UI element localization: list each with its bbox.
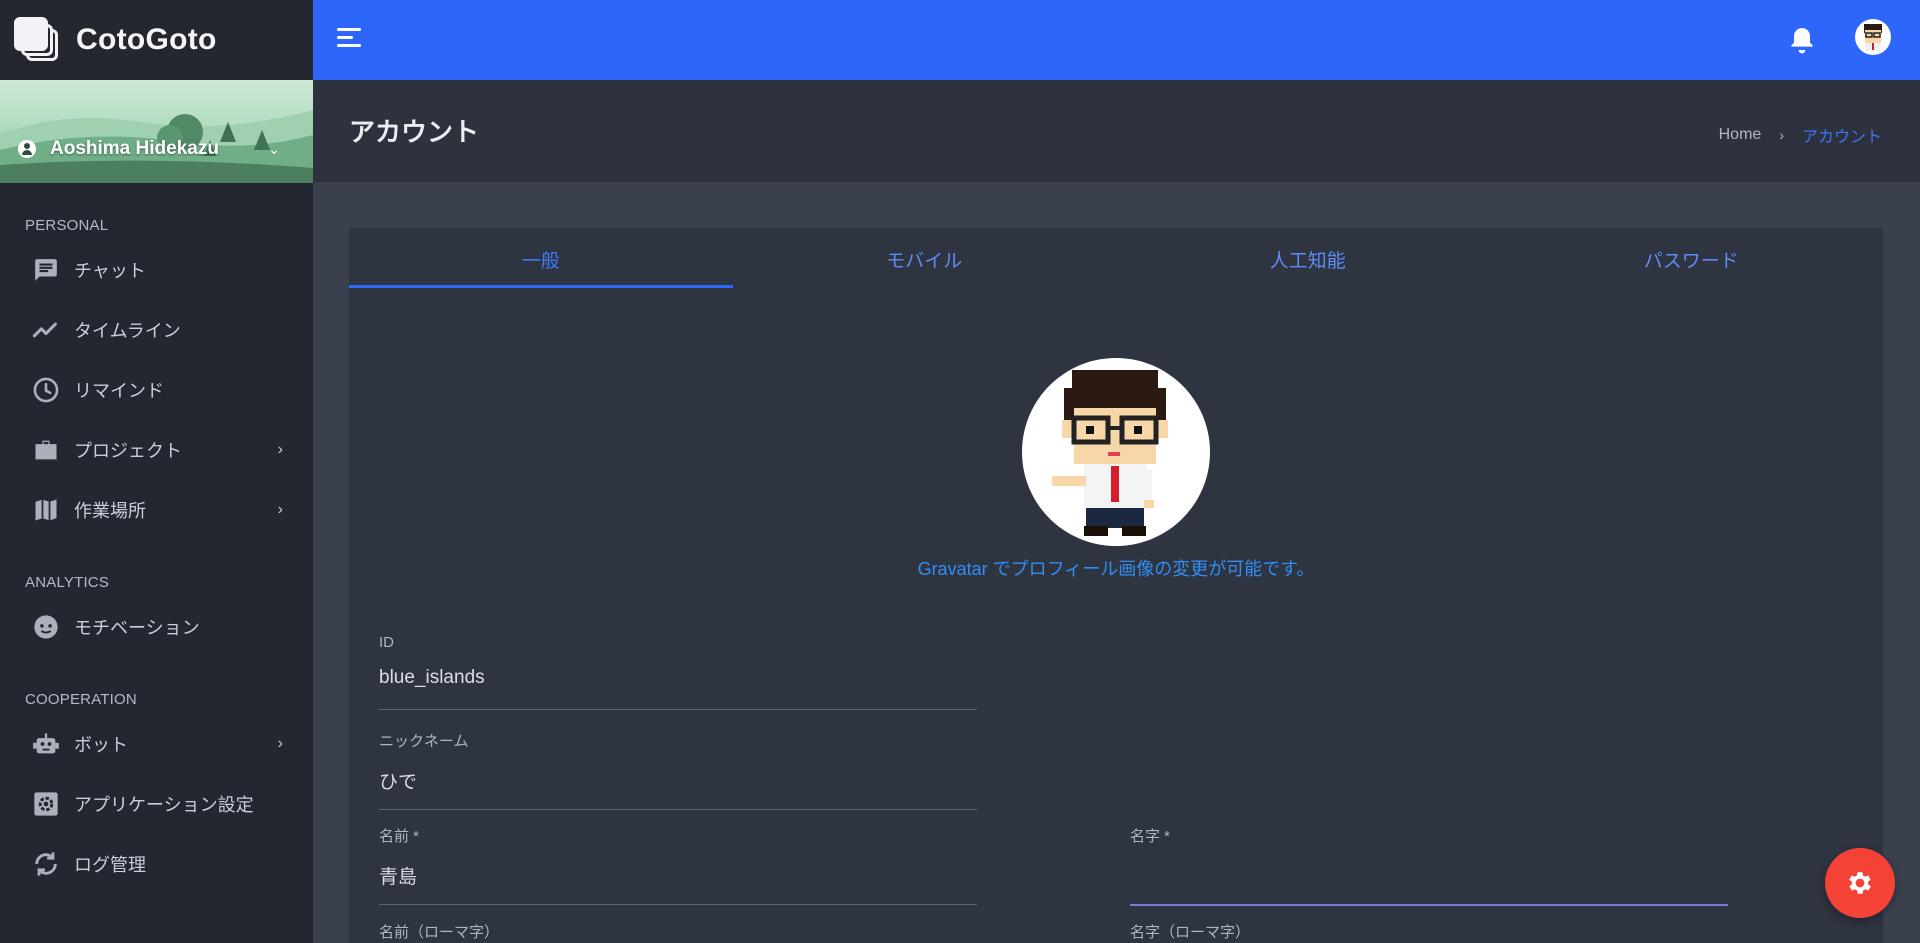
id-label: ID — [379, 634, 394, 651]
page-title: アカウント — [349, 117, 480, 147]
first-name-roman-field[interactable]: 名前（ローマ字） — [379, 921, 977, 942]
account-circle-icon — [18, 140, 36, 158]
nickname-label: ニックネーム — [379, 733, 469, 750]
timeline-icon — [32, 316, 60, 344]
notification-bell-icon[interactable] — [1786, 24, 1818, 56]
sidebar-item-project[interactable]: プロジェクト › — [0, 420, 313, 480]
sidebar-item-label: ログ管理 — [74, 855, 146, 875]
settings-fab-button[interactable] — [1825, 848, 1895, 918]
section-label-personal: PERSONAL — [25, 217, 109, 234]
sidebar-item-label: ボット — [74, 735, 128, 755]
last-name-label: 名字 * — [1130, 828, 1171, 845]
first-name-label: 名前 * — [379, 828, 420, 845]
sidebar-item-app-settings[interactable]: アプリケーション設定 — [0, 774, 313, 834]
nickname-value[interactable]: ひで — [379, 767, 977, 793]
section-label-cooperation: COOPERATION — [25, 691, 137, 708]
page-header: アカウント Home › アカウント — [313, 80, 1920, 182]
clock-icon — [32, 376, 60, 404]
sidebar-item-workplace[interactable]: 作業場所 › — [0, 480, 313, 540]
cotogoto-logo-icon — [14, 17, 60, 63]
breadcrumb-home-link[interactable]: Home — [1719, 126, 1762, 144]
profile-form: ID blue_islands ニックネーム ひで 名前 * 青島 名字 * 名… — [349, 228, 1883, 943]
chevron-right-icon: › — [277, 501, 283, 518]
last-name-field[interactable]: 名字 * — [1130, 825, 1728, 906]
section-label-analytics: ANALYTICS — [25, 574, 110, 591]
last-name-roman-label: 名字（ローマ字） — [1130, 924, 1251, 941]
nickname-field[interactable]: ニックネーム ひで — [379, 730, 977, 810]
sidebar-item-chat[interactable]: チャット — [0, 240, 313, 300]
breadcrumb-separator: › — [1779, 127, 1784, 143]
brand-name: CotoGoto — [76, 23, 217, 56]
last-name-roman-field[interactable]: 名字（ローマ字） — [1130, 921, 1728, 942]
sidebar-item-label: プロジェクト — [74, 441, 182, 461]
breadcrumb-current: アカウント — [1801, 129, 1882, 146]
gear-icon — [1849, 872, 1871, 894]
chat-icon — [32, 256, 60, 284]
chevron-right-icon: › — [277, 735, 283, 752]
first-name-value[interactable]: 青島 — [379, 862, 977, 888]
sync-icon — [32, 850, 60, 878]
robot-icon — [32, 730, 60, 758]
brand[interactable]: CotoGoto — [0, 0, 313, 80]
sidebar-item-remind[interactable]: リマインド — [0, 360, 313, 420]
id-field[interactable]: ID blue_islands — [379, 634, 977, 710]
user-name: Aoshima Hidekazu — [50, 138, 219, 159]
briefcase-icon — [32, 436, 60, 464]
breadcrumb: Home › アカウント — [1719, 123, 1882, 147]
sidebar-item-label: タイムライン — [74, 321, 181, 341]
top-app-bar — [313, 0, 1920, 80]
landscape-background — [0, 110, 313, 183]
user-avatar[interactable] — [1855, 19, 1891, 55]
chevron-right-icon: › — [277, 441, 283, 458]
sidebar-item-label: 作業場所 — [74, 501, 146, 521]
chevron-down-icon[interactable]: ⌄ — [268, 141, 280, 158]
face-icon — [32, 613, 60, 641]
sidebar-item-label: アプリケーション設定 — [74, 795, 254, 815]
sidebar-item-label: モチベーション — [74, 618, 200, 638]
sidebar-item-label: リマインド — [74, 381, 164, 401]
sidebar-item-bot[interactable]: ボット › — [0, 714, 313, 774]
sidebar-item-timeline[interactable]: タイムライン — [0, 300, 313, 360]
first-name-roman-label: 名前（ローマ字） — [379, 924, 500, 941]
id-value[interactable]: blue_islands — [379, 667, 977, 693]
sidebar-item-motivation[interactable]: モチベーション — [0, 597, 313, 657]
sidebar-item-log[interactable]: ログ管理 — [0, 834, 313, 894]
user-banner[interactable]: Aoshima Hidekazu ⌄ — [0, 80, 313, 183]
sidebar: CotoGoto Aoshima Hidekazu ⌄ PERSONAL チャッ… — [0, 0, 313, 943]
last-name-value[interactable] — [1130, 862, 1728, 888]
user-menu[interactable]: Aoshima Hidekazu ⌄ — [18, 138, 280, 160]
menu-toggle-icon[interactable] — [337, 28, 365, 52]
sidebar-item-label: チャット — [74, 261, 146, 281]
map-icon — [32, 496, 60, 524]
settings-icon — [32, 790, 60, 818]
first-name-field[interactable]: 名前 * 青島 — [379, 825, 977, 905]
